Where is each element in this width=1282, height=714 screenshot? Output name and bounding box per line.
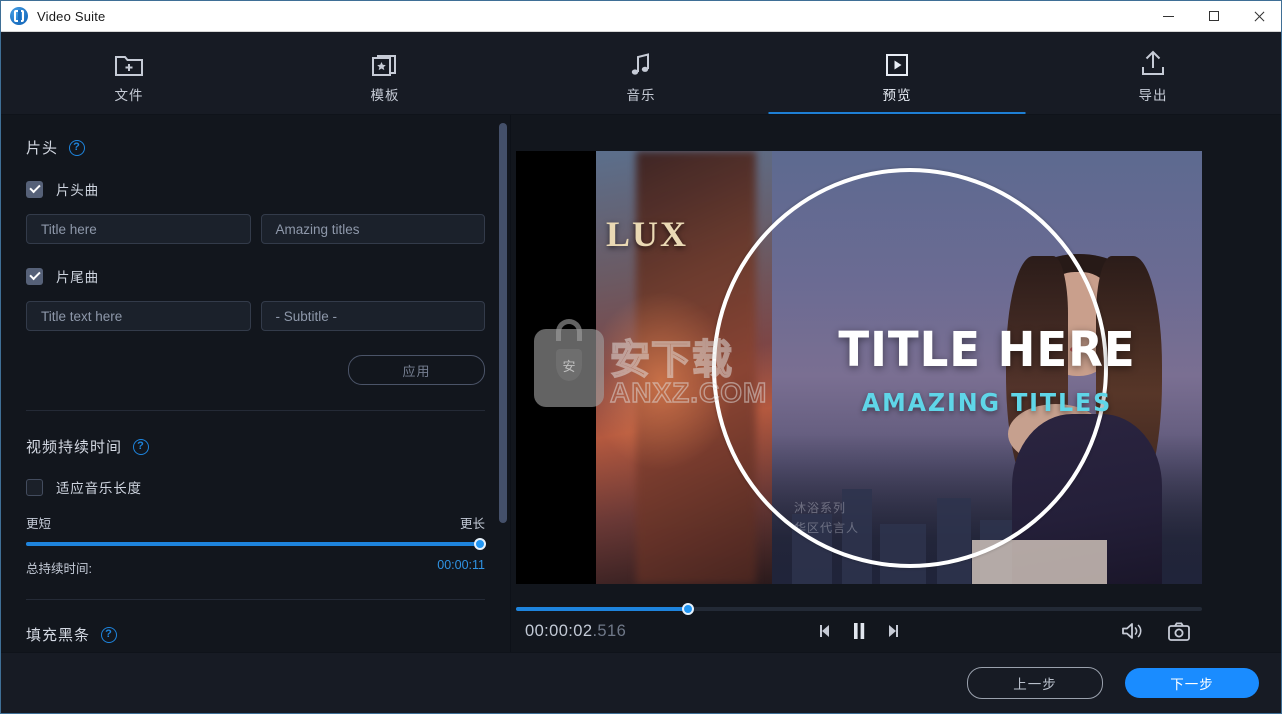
volume-icon[interactable] [1121, 621, 1143, 641]
next-frame-icon[interactable] [884, 623, 900, 639]
scrollbar-thumb[interactable] [499, 123, 507, 523]
blackbar-section-title: 填充黑条 ? [26, 624, 485, 645]
watermark-bag-icon [534, 329, 604, 407]
duration-slider-fill [26, 542, 485, 546]
next-step-button[interactable]: 下一步 [1125, 668, 1259, 698]
fit-music-label: 适应音乐长度 [56, 481, 142, 496]
duration-slider-labels: 更短 更长 [26, 513, 485, 532]
tab-files-label: 文件 [114, 87, 144, 103]
title-bar: Video Suite [1, 1, 1281, 32]
maximize-button[interactable] [1191, 1, 1236, 31]
window-title: Video Suite [37, 8, 106, 24]
slider-max-label: 更长 [459, 517, 485, 531]
brand-logo: LUX [606, 214, 689, 254]
intro-title-label: 片头 [26, 140, 59, 157]
tab-export-label: 导出 [1138, 87, 1168, 103]
minimize-icon [1163, 15, 1174, 17]
timecode: 00:00:02.516 [525, 622, 626, 641]
video-stage[interactable]: LUX 沐浴系列 华区代言人 TITLE HERE AMAZING TITLES… [516, 151, 1202, 584]
apply-row: 应用 [26, 355, 485, 385]
previous-step-button[interactable]: 上一步 [967, 667, 1103, 699]
apply-button[interactable]: 应用 [348, 355, 485, 385]
tab-templates[interactable]: 模板 [257, 32, 513, 115]
footer-bar: 上一步 下一步 [1, 652, 1281, 713]
transport-right-tools [1121, 621, 1190, 641]
watermark-bag-handle [556, 319, 582, 341]
video-frame: LUX 沐浴系列 华区代言人 TITLE HERE AMAZING TITLES… [516, 151, 1202, 584]
sidebar-scrollbar[interactable] [499, 123, 507, 656]
help-icon[interactable]: ? [69, 139, 86, 156]
main-toolbar: 文件 模板 音乐 预览 导出 [1, 32, 1281, 115]
opening-song-checkbox[interactable] [26, 180, 43, 198]
music-note-icon [629, 44, 653, 78]
close-icon [1253, 10, 1265, 22]
minimize-button[interactable] [1146, 1, 1191, 31]
sidebar-inner: 片头 ? 片头曲 Title here Amazing titles 片尾曲 T… [1, 115, 510, 666]
timecode-ms: .516 [592, 621, 627, 640]
tab-preview[interactable]: 预览 [768, 32, 1026, 115]
overlay-title: TITLE HERE [838, 322, 1136, 378]
total-duration-row: 总持续时间: 00:00:11 [26, 558, 485, 577]
transport-controls-row: 00:00:02.516 [516, 611, 1202, 651]
fit-music-checkbox[interactable] [26, 478, 43, 496]
tab-music-label: 音乐 [626, 87, 656, 103]
app-icon [10, 7, 28, 25]
total-duration-label: 总持续时间: [26, 562, 92, 576]
opening-song-row[interactable]: 片头曲 [26, 179, 485, 199]
tab-templates-label: 模板 [370, 87, 400, 103]
help-icon[interactable]: ? [101, 626, 118, 643]
tab-files[interactable]: 文件 [1, 32, 257, 115]
duration-section-title: 视频持续时间 ? [26, 436, 485, 457]
total-duration-value: 00:00:11 [437, 558, 485, 572]
folder-plus-icon [114, 44, 144, 78]
settings-sidebar: 片头 ? 片头曲 Title here Amazing titles 片尾曲 T… [1, 115, 511, 666]
ending-song-row[interactable]: 片尾曲 [26, 266, 485, 286]
ending-subtitle-input[interactable]: - Subtitle - [260, 301, 485, 331]
maximize-icon [1208, 11, 1219, 21]
play-frame-icon [884, 44, 910, 78]
watermark-badge: 安 [556, 349, 582, 381]
opening-subtitle-input[interactable]: Amazing titles [260, 214, 485, 244]
blackbar-title-label: 填充黑条 [26, 627, 91, 644]
title-overlay: TITLE HERE AMAZING TITLES [772, 326, 1202, 417]
opening-song-label: 片头曲 [56, 183, 99, 198]
tab-music[interactable]: 音乐 [513, 32, 769, 115]
camera-icon[interactable] [1168, 622, 1190, 641]
ending-title-input[interactable]: Title text here [26, 301, 251, 331]
ending-song-label: 片尾曲 [56, 270, 99, 285]
duration-slider[interactable] [26, 538, 486, 550]
timecode-main: 00:00:02 [525, 621, 593, 640]
duration-slider-knob[interactable] [474, 538, 486, 550]
export-upload-icon [1140, 44, 1166, 78]
tab-export[interactable]: 导出 [1025, 32, 1281, 115]
window-controls [1146, 1, 1281, 31]
overlay-subtitle: AMAZING TITLES [861, 388, 1113, 417]
pause-icon[interactable] [851, 622, 867, 640]
tab-preview-label: 预览 [882, 87, 912, 103]
content-area: 片头 ? 片头曲 Title here Amazing titles 片尾曲 T… [1, 115, 1281, 666]
preview-pane: LUX 沐浴系列 华区代言人 TITLE HERE AMAZING TITLES… [511, 115, 1281, 666]
intro-section-title: 片头 ? [26, 137, 485, 158]
help-icon[interactable]: ? [133, 438, 150, 455]
ending-fields: Title text here - Subtitle - [26, 301, 485, 331]
opening-fields: Title here Amazing titles [26, 214, 485, 244]
close-button[interactable] [1236, 1, 1281, 31]
playback-buttons [818, 622, 900, 640]
duration-title-label: 视频持续时间 [26, 439, 123, 456]
fit-music-row[interactable]: 适应音乐长度 [26, 477, 485, 497]
slider-min-label: 更短 [26, 517, 52, 531]
opening-title-input[interactable]: Title here [26, 214, 251, 244]
ending-song-checkbox[interactable] [26, 267, 43, 285]
prev-frame-icon[interactable] [818, 623, 834, 639]
template-star-icon [371, 44, 399, 78]
app-window: Video Suite 文件 模板 音乐 预览 导出 片头 ? 片头曲 Titl… [0, 0, 1282, 714]
